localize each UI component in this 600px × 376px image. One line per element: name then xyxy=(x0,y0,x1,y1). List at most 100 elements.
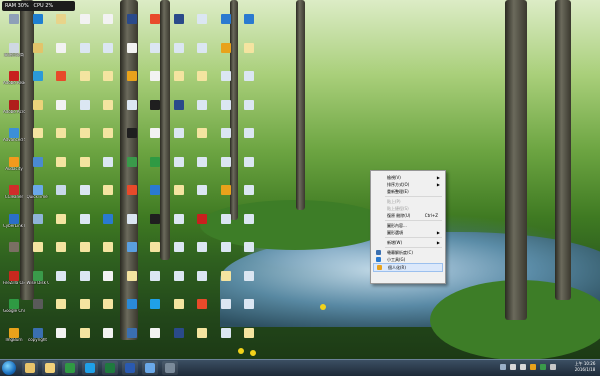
menu-item[interactable]: 圖形選項 ▶ xyxy=(373,229,443,236)
desktop-icon[interactable] xyxy=(27,71,49,94)
desktop-icon[interactable] xyxy=(168,99,190,123)
desktop-icon[interactable] xyxy=(121,42,143,66)
desktop-icon[interactable]: Audacity xyxy=(3,156,25,180)
taskbar-button-chrome[interactable] xyxy=(62,361,78,375)
desktop-icon[interactable] xyxy=(74,299,96,322)
desktop-icon[interactable] xyxy=(215,299,237,322)
desktop-icon[interactable] xyxy=(168,299,190,322)
desktop-icon[interactable] xyxy=(74,99,96,123)
desktop-icon[interactable]: Adobe Acrobat xyxy=(3,99,25,123)
desktop-icon[interactable] xyxy=(97,242,119,265)
taskbar-button-file-manager[interactable] xyxy=(42,361,58,375)
desktop-icon[interactable] xyxy=(215,99,237,123)
desktop-icon[interactable] xyxy=(144,270,166,294)
desktop-icon[interactable] xyxy=(215,42,237,66)
desktop-icon[interactable]: FileZilla Client xyxy=(3,270,25,294)
menu-item[interactable]: 檢視(V) ▶ xyxy=(373,174,443,181)
taskbar-button-explorer[interactable] xyxy=(22,361,38,375)
desktop-icon[interactable] xyxy=(121,14,143,37)
desktop-icon[interactable] xyxy=(191,42,213,66)
menu-item[interactable]: 新增(W) ▶ xyxy=(373,239,443,246)
desktop-icon[interactable] xyxy=(144,14,166,37)
desktop-icon[interactable] xyxy=(215,327,237,351)
desktop-icon[interactable] xyxy=(50,185,72,208)
desktop-icon[interactable] xyxy=(74,156,96,180)
network-icon[interactable] xyxy=(510,364,516,370)
desktop-icon[interactable] xyxy=(191,128,213,151)
desktop-icon[interactable] xyxy=(168,128,190,151)
desktop-icon[interactable] xyxy=(27,242,49,265)
desktop-icon[interactable] xyxy=(168,242,190,265)
desktop-icon[interactable]: Adobe Reader XI xyxy=(3,71,25,94)
desktop-icon[interactable]: ImgBurn xyxy=(3,327,25,351)
desktop-icon[interactable] xyxy=(50,242,72,265)
desktop-icon[interactable] xyxy=(74,242,96,265)
desktop-icon[interactable] xyxy=(144,99,166,123)
taskbar-button-photo-viewer[interactable] xyxy=(142,361,158,375)
desktop-icon[interactable] xyxy=(191,242,213,265)
desktop-icon[interactable] xyxy=(50,128,72,151)
desktop-icon[interactable] xyxy=(191,14,213,37)
desktop-icon[interactable] xyxy=(74,71,96,94)
desktop-icon[interactable]: Advanced SystemCa... xyxy=(3,128,25,151)
keyboard-icon[interactable] xyxy=(550,364,556,370)
desktop-icon[interactable] xyxy=(238,185,260,208)
desktop-icon[interactable]: CCleaner xyxy=(3,185,25,208)
desktop-icon[interactable] xyxy=(191,99,213,123)
desktop-icon[interactable] xyxy=(168,71,190,94)
desktop-icon[interactable] xyxy=(191,299,213,322)
desktop-icon[interactable] xyxy=(168,185,190,208)
desktop-icon[interactable] xyxy=(215,270,237,294)
start-button[interactable] xyxy=(2,361,16,375)
taskbar-button-skype[interactable] xyxy=(82,361,98,375)
menu-item[interactable]: 排序方式(O) ▶ xyxy=(373,181,443,188)
desktop-icon[interactable] xyxy=(121,242,143,265)
desktop-icon[interactable] xyxy=(144,71,166,94)
desktop-icon[interactable] xyxy=(74,327,96,351)
menu-item[interactable]: 圖形內容... xyxy=(373,222,443,229)
desktop-icon[interactable] xyxy=(191,185,213,208)
desktop-icon[interactable]: Wise Disk Cleaner xyxy=(27,270,49,294)
desktop-icon[interactable] xyxy=(144,299,166,322)
desktop-icon[interactable] xyxy=(121,71,143,94)
desktop-icon[interactable] xyxy=(121,299,143,322)
desktop-icon[interactable] xyxy=(97,185,119,208)
desktop-icon[interactable] xyxy=(215,71,237,94)
desktop-icon[interactable] xyxy=(144,213,166,237)
desktop-icon[interactable] xyxy=(238,299,260,322)
desktop-icon[interactable] xyxy=(238,213,260,237)
desktop-icon[interactable] xyxy=(27,213,49,237)
tray-app-icon[interactable] xyxy=(530,364,536,370)
desktop-icon[interactable] xyxy=(121,156,143,180)
desktop-icon[interactable] xyxy=(168,270,190,294)
desktop-icon[interactable] xyxy=(27,128,49,151)
cpu-ram-meter-gadget[interactable]: RAM 30% CPU 2% xyxy=(2,1,75,11)
desktop-icon[interactable] xyxy=(215,185,237,208)
desktop-icon[interactable] xyxy=(238,242,260,265)
desktop-icon[interactable] xyxy=(168,213,190,237)
desktop-icon[interactable] xyxy=(74,185,96,208)
desktop-icon[interactable] xyxy=(50,14,72,37)
tray-app-icon[interactable] xyxy=(540,364,546,370)
desktop-icon[interactable] xyxy=(215,156,237,180)
desktop-icon[interactable]: copyright xyxy=(27,327,49,351)
desktop-icon[interactable] xyxy=(144,327,166,351)
menu-item[interactable]: 個人化(R) xyxy=(373,263,443,272)
desktop-icon[interactable] xyxy=(168,42,190,66)
desktop-icon[interactable] xyxy=(121,270,143,294)
desktop-icon[interactable] xyxy=(191,213,213,237)
desktop-icon[interactable] xyxy=(3,242,25,265)
desktop-icon[interactable] xyxy=(97,299,119,322)
desktop-icon[interactable] xyxy=(168,14,190,37)
desktop-icon[interactable] xyxy=(144,185,166,208)
desktop-icon[interactable] xyxy=(238,128,260,151)
taskbar-button-word[interactable] xyxy=(122,361,138,375)
desktop-icon[interactable] xyxy=(215,242,237,265)
desktop-icon[interactable] xyxy=(50,327,72,351)
desktop-icon[interactable] xyxy=(215,14,237,37)
desktop-icon[interactable] xyxy=(168,156,190,180)
desktop-icon[interactable] xyxy=(27,299,49,322)
desktop-icon[interactable] xyxy=(238,42,260,66)
desktop-icon[interactable] xyxy=(97,71,119,94)
desktop-icon[interactable] xyxy=(144,128,166,151)
